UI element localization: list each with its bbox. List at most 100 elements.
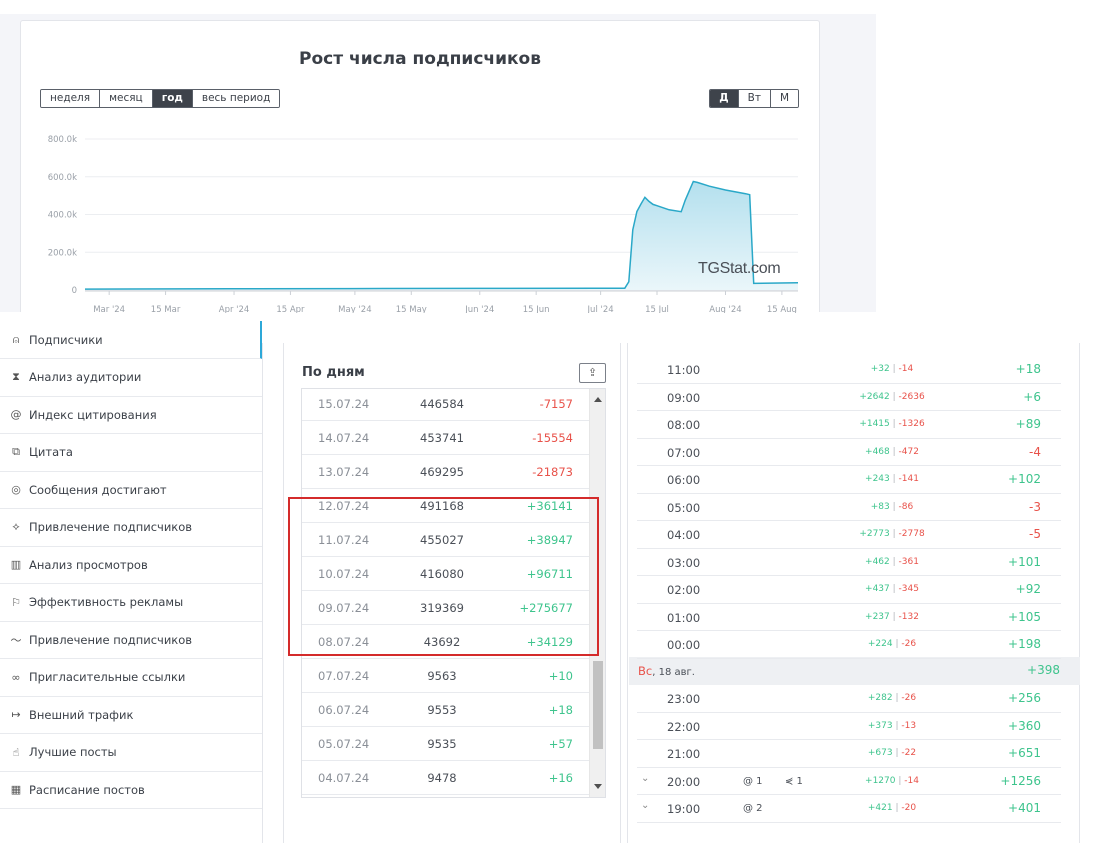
joined-left-split: +437 | -345 — [827, 584, 957, 594]
hour-row[interactable]: ⌄ 20:00 @ 1 ⋞ 1 +1270 | -14 +1256 — [637, 768, 1061, 795]
left-count: -14 — [898, 364, 914, 374]
scroll-thumb[interactable] — [593, 661, 603, 749]
joined-count: +437 — [865, 584, 890, 594]
hour-row[interactable]: 03:00 +462 | -361 +101 — [637, 549, 1061, 576]
sidebar-item[interactable]: ◎ Сообщения достигают — [0, 471, 262, 509]
row-date: 12.07.24 — [318, 499, 370, 513]
hour-row[interactable]: 21:00 +673 | -22 +651 — [637, 740, 1061, 768]
sidebar-item[interactable]: ⧗ Анализ аудитории — [0, 359, 262, 397]
sidebar-item[interactable]: 〜 Привлечение подписчиков — [0, 621, 262, 659]
hour-row[interactable]: 07:00 +468 | -472 -4 — [637, 439, 1061, 466]
scroll-down-arrow-icon[interactable] — [594, 784, 602, 789]
hour-net-change: +102 — [1008, 472, 1041, 486]
joined-count: +224 — [867, 639, 893, 649]
hour-net-change: +105 — [1008, 609, 1041, 624]
joined-count: +282 — [867, 693, 893, 703]
sidebar-item[interactable]: ▦ Расписание постов — [0, 771, 262, 809]
joined-count: +32 — [870, 364, 890, 374]
joined-left-split: +2773 | -2778 — [827, 529, 957, 539]
hour-row[interactable]: 11:00 +32 | -14 +18 — [637, 356, 1061, 384]
day-header-net: +398 — [1027, 663, 1060, 677]
row-subscribers: 9553 — [427, 703, 457, 717]
expand-chevron-icon[interactable]: ⌄ — [641, 800, 649, 811]
table-row[interactable]: 05.07.24 9535 +57 — [302, 727, 589, 761]
hour-row[interactable]: 23:00 +282 | -26 +256 — [637, 685, 1061, 713]
hour-net-change: -4 — [1029, 444, 1041, 459]
expand-chevron-icon[interactable]: ⌄ — [641, 773, 649, 784]
table-row[interactable]: 10.07.24 416080 +96711 — [302, 557, 589, 591]
hour-row[interactable]: 22:00 +373 | -13 +360 — [637, 713, 1061, 740]
hour-row[interactable]: 09:00 +2642 | -2636 +6 — [637, 384, 1061, 411]
hour-row[interactable]: 01:00 +237 | -132 +105 — [637, 604, 1061, 631]
joined-left-split: +2642 | -2636 — [827, 392, 957, 402]
table-row[interactable]: 12.07.24 491168 +36141 — [302, 489, 589, 523]
sidebar-item-label: Привлечение подписчиков — [29, 520, 193, 534]
hour-time: 19:00 — [667, 802, 701, 816]
row-date: 15.07.24 — [318, 397, 370, 411]
row-change: -21873 — [532, 465, 573, 479]
hour-time: 02:00 — [667, 583, 701, 597]
y-tick-label: 200.0k — [48, 248, 77, 258]
hour-net-change: +256 — [1008, 691, 1041, 705]
table-row[interactable]: 09.07.24 319369 +275677 — [302, 591, 589, 625]
hour-row[interactable]: 05:00 +83 | -86 -3 — [637, 494, 1061, 521]
sidebar-item-label: Сообщения достигают — [29, 482, 167, 497]
row-subscribers: 43692 — [423, 635, 461, 649]
hour-row[interactable]: 00:00 +224 | -26 +198 — [637, 631, 1061, 659]
hour-net-change: +1256 — [1000, 773, 1041, 788]
hour-net-change: -5 — [1029, 527, 1041, 541]
row-subscribers: 9563 — [427, 669, 457, 683]
split-separator: | — [889, 529, 899, 539]
left-count: -345 — [898, 584, 919, 594]
joined-count: +673 — [867, 748, 893, 758]
hour-row[interactable]: 02:00 +437 | -345 +92 — [637, 576, 1061, 604]
left-count: -86 — [898, 501, 914, 512]
sidebar-item[interactable]: ⟡ Привлечение подписчиков — [0, 509, 262, 547]
sidebar-item[interactable]: ↦ Внешний трафик — [0, 696, 262, 734]
sidebar-item[interactable]: ☝ Лучшие посты — [0, 734, 262, 772]
sidebar-item-icon: ▥ — [10, 558, 22, 571]
day-header-row: Вс, 18 авг. +398 — [629, 657, 1080, 685]
x-tick-label: Apr '24 — [219, 305, 250, 313]
sidebar-item[interactable]: ⧉ Цитата — [0, 434, 262, 472]
table-row[interactable]: 11.07.24 455027 +38947 — [302, 523, 589, 557]
export-icon[interactable]: ⇪ — [579, 363, 606, 383]
hour-net-change: +18 — [1015, 362, 1041, 376]
joined-left-split: +673 | -22 — [827, 748, 957, 758]
hour-row[interactable]: 06:00 +243 | -141 +102 — [637, 466, 1061, 494]
table-row[interactable]: 14.07.24 453741 -15554 — [302, 421, 589, 455]
row-change: +275677 — [519, 601, 573, 615]
table-row[interactable]: 08.07.24 43692 +34129 — [302, 625, 589, 659]
daily-table[interactable]: 04.07.24 9478 +16 05.07.24 9535 +57 06.07.24 95… — [301, 388, 606, 798]
y-tick-label: 0 — [72, 286, 77, 296]
sidebar-item[interactable]: ⍝ Подписчики — [0, 321, 262, 359]
left-count: -141 — [898, 474, 919, 484]
hour-time: 04:00 — [667, 528, 701, 542]
left-count: -2636 — [898, 391, 925, 402]
hourly-panel: Вс, 18 авг. +398 11:00 +32 | -14 +18 09:00 +… — [627, 343, 1080, 843]
table-row[interactable]: 15.07.24 446584 -7157 — [302, 389, 589, 421]
table-row[interactable]: 13.07.24 469295 -21873 — [302, 455, 589, 489]
sidebar-item-label: Лучшие посты — [29, 745, 117, 759]
x-tick-label: 15 Jun — [523, 305, 550, 313]
scroll-up-arrow-icon[interactable] — [594, 397, 602, 402]
left-count: -472 — [898, 446, 919, 457]
sidebar-item[interactable]: ⚐ Эффективность рекламы — [0, 584, 262, 622]
hour-row[interactable]: 08:00 +1415 | -1326 +89 — [637, 411, 1061, 439]
split-separator: | — [889, 446, 899, 457]
table-row[interactable]: 04.07.24 9478 +16 — [302, 761, 589, 795]
table-row[interactable]: 07.07.24 9563 +10 — [302, 659, 589, 693]
hour-row[interactable]: 04:00 +2773 | -2778 -5 — [637, 521, 1061, 549]
split-separator: | — [889, 556, 899, 567]
sidebar-item[interactable]: ∞ Пригласительные ссылки — [0, 659, 262, 697]
hour-row[interactable]: ⌄ 19:00 @ 2 +421 | -20 +401 — [637, 795, 1061, 823]
left-count: -2778 — [898, 529, 925, 539]
daily-scrollbar[interactable] — [589, 389, 605, 797]
row-subscribers: 9535 — [427, 737, 457, 751]
split-separator: | — [889, 364, 899, 374]
sidebar-item[interactable]: @ Индекс цитирования — [0, 396, 262, 434]
sidebar-item-icon: ☝ — [12, 745, 20, 759]
row-date: 11.07.24 — [318, 533, 370, 547]
table-row[interactable]: 06.07.24 9553 +18 — [302, 693, 589, 727]
sidebar-item[interactable]: ▥ Анализ просмотров — [0, 546, 262, 584]
